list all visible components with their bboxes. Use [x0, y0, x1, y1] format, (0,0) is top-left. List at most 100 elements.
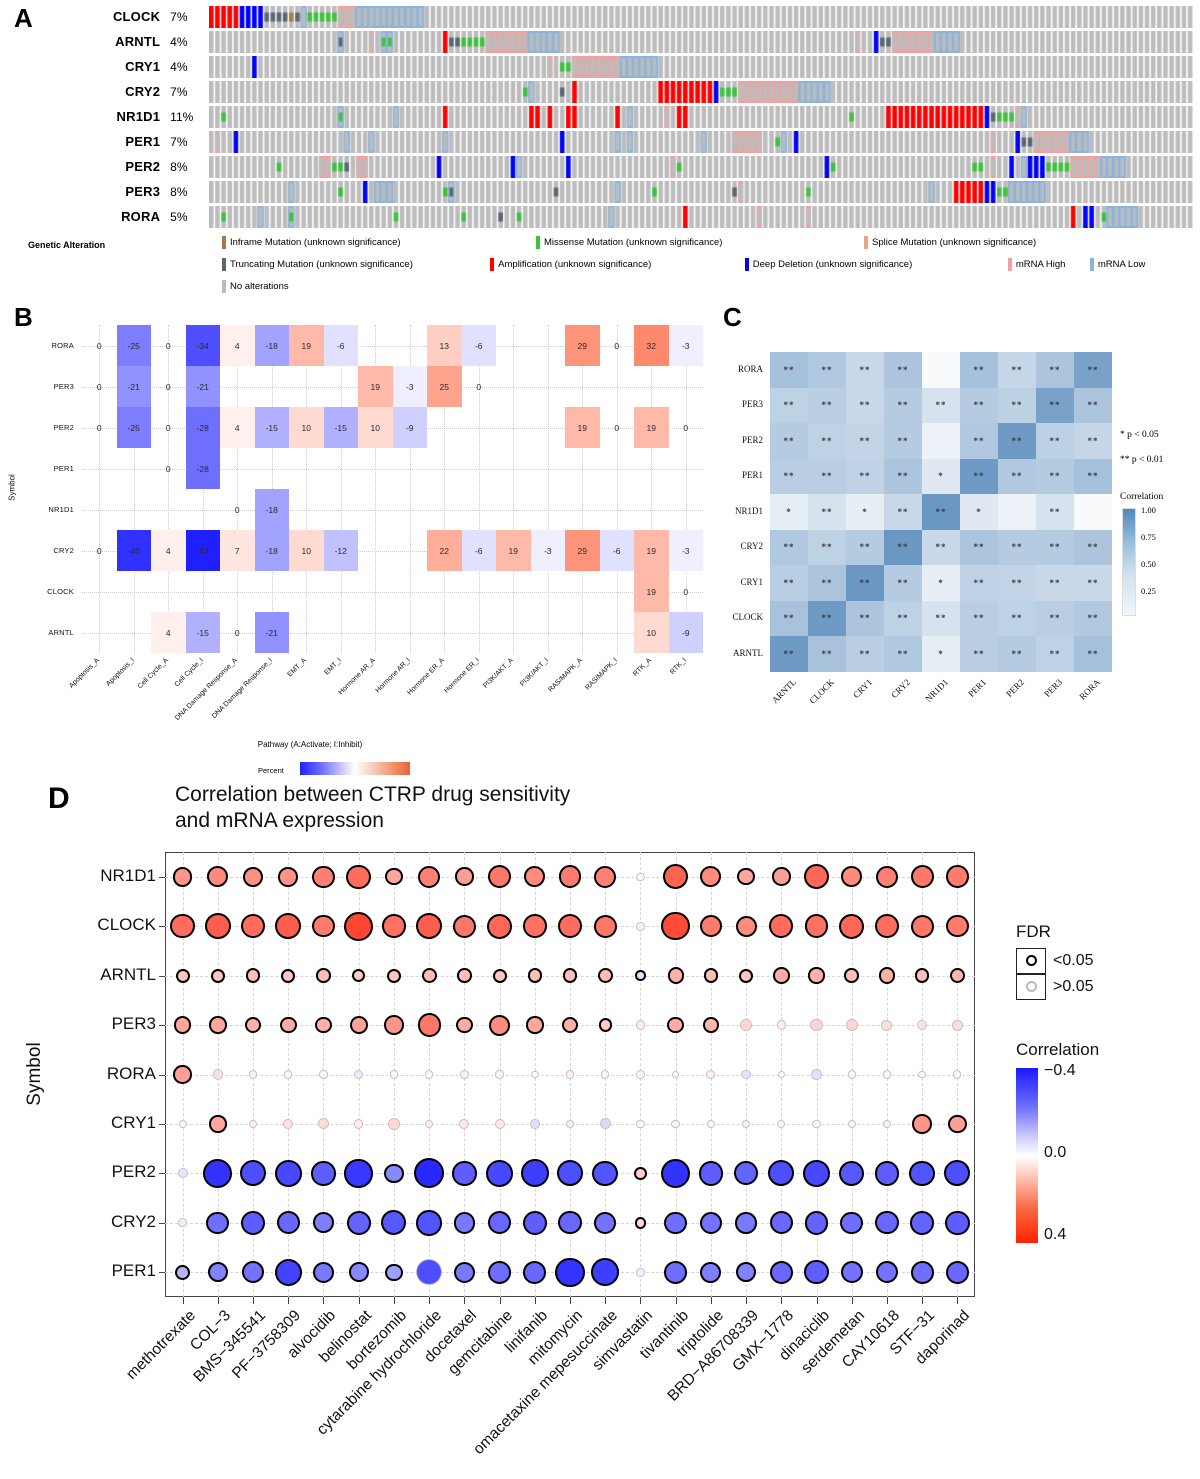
correlation-dot[interactable] — [946, 865, 969, 889]
correlation-dot[interactable] — [840, 1211, 864, 1235]
correlation-dot[interactable] — [953, 1070, 962, 1079]
correlation-cell[interactable]: ** — [960, 600, 998, 636]
correlation-dot[interactable] — [839, 1160, 865, 1186]
oncoprint-sample-track[interactable] — [209, 180, 1194, 203]
correlation-dot[interactable] — [388, 1118, 400, 1130]
correlation-cell[interactable]: ** — [998, 600, 1036, 636]
correlation-dot[interactable] — [735, 1212, 757, 1234]
correlation-dot[interactable] — [847, 1119, 856, 1129]
correlation-dot[interactable] — [245, 968, 261, 983]
heatmap-cell[interactable]: -3 — [668, 530, 703, 571]
heatmap-cell[interactable]: 0 — [82, 366, 117, 407]
correlation-cell[interactable]: ** — [808, 387, 846, 423]
correlation-dot[interactable] — [804, 1260, 829, 1285]
correlation-cell[interactable]: ** — [1036, 458, 1074, 494]
correlation-dot[interactable] — [661, 1158, 691, 1188]
correlation-dot[interactable] — [634, 1217, 647, 1229]
correlation-dot[interactable] — [698, 1161, 724, 1186]
heatmap-cell[interactable]: 0 — [220, 489, 255, 530]
correlation-dot[interactable] — [455, 1016, 473, 1034]
correlation-cell[interactable]: ** — [846, 387, 884, 423]
correlation-dot[interactable] — [703, 968, 719, 983]
correlation-dot[interactable] — [945, 1210, 970, 1236]
correlation-dot[interactable] — [776, 1020, 786, 1030]
correlation-cell[interactable]: ** — [808, 565, 846, 601]
heatmap-cell[interactable]: 0 — [82, 530, 117, 571]
correlation-dot[interactable] — [772, 867, 791, 887]
correlation-dot[interactable] — [492, 968, 507, 983]
correlation-dot[interactable] — [594, 1211, 617, 1234]
correlation-dot[interactable] — [739, 968, 754, 983]
correlation-cell[interactable]: * — [846, 494, 884, 530]
correlation-cell[interactable]: ** — [808, 458, 846, 494]
correlation-dot[interactable] — [634, 1166, 647, 1180]
correlation-dot[interactable] — [844, 968, 859, 983]
correlation-dot[interactable] — [667, 967, 684, 984]
correlation-cell[interactable]: ** — [770, 387, 808, 423]
correlation-cell[interactable]: ** — [808, 600, 846, 636]
correlation-cell[interactable]: ** — [1036, 600, 1074, 636]
correlation-dot[interactable] — [811, 1069, 822, 1080]
correlation-cell[interactable]: ** — [770, 423, 808, 459]
correlation-dot[interactable] — [173, 1016, 192, 1034]
correlation-dot[interactable] — [486, 1160, 513, 1187]
heatmap-cell[interactable]: 29 — [565, 530, 600, 571]
correlation-dot[interactable] — [946, 914, 969, 938]
correlation-cell[interactable]: ** — [884, 352, 922, 388]
correlation-cell[interactable]: ** — [808, 494, 846, 530]
correlation-cell[interactable]: ** — [1074, 600, 1112, 636]
heatmap-cell[interactable]: 19 — [634, 530, 669, 571]
correlation-dot[interactable] — [945, 1260, 969, 1284]
correlation-cell[interactable]: ** — [884, 458, 922, 494]
correlation-cell[interactable] — [922, 423, 960, 459]
heatmap-cell[interactable]: -15 — [185, 612, 220, 653]
correlation-cell[interactable]: ** — [770, 600, 808, 636]
correlation-cell[interactable]: ** — [1074, 458, 1112, 494]
heatmap-cell[interactable]: -6 — [323, 325, 358, 366]
correlation-dot[interactable] — [312, 914, 335, 938]
correlation-dot[interactable] — [315, 1016, 332, 1034]
correlation-dot[interactable] — [418, 865, 441, 888]
heatmap-cell[interactable]: 25 — [427, 366, 462, 407]
correlation-dot[interactable] — [344, 1159, 373, 1188]
correlation-dot[interactable] — [209, 1016, 227, 1034]
heatmap-cell[interactable]: 4 — [220, 325, 255, 366]
correlation-cell[interactable]: ** — [1074, 352, 1112, 388]
correlation-dot[interactable] — [389, 1070, 398, 1079]
correlation-cell[interactable]: * — [922, 458, 960, 494]
correlation-dot[interactable] — [319, 1070, 328, 1079]
correlation-dot[interactable] — [386, 968, 401, 983]
heatmap-cell[interactable]: 10 — [289, 530, 324, 571]
correlation-cell[interactable]: ** — [846, 458, 884, 494]
correlation-cell[interactable]: ** — [884, 529, 922, 565]
correlation-dot[interactable] — [312, 865, 335, 888]
correlation-dot[interactable] — [555, 1257, 585, 1287]
correlation-dot[interactable] — [910, 865, 934, 889]
correlation-dot[interactable] — [385, 868, 403, 886]
correlation-cell[interactable]: * — [922, 636, 960, 672]
correlation-cell[interactable]: ** — [808, 352, 846, 388]
correlation-dot[interactable] — [344, 911, 374, 941]
heatmap-cell[interactable]: -25 — [116, 325, 151, 366]
heatmap-cell[interactable]: -9 — [668, 612, 703, 653]
correlation-dot[interactable] — [735, 915, 757, 937]
correlation-dot[interactable] — [529, 1118, 540, 1130]
correlation-cell[interactable] — [922, 352, 960, 388]
correlation-cell[interactable]: ** — [922, 529, 960, 565]
heatmap-cell[interactable]: -18 — [254, 530, 289, 571]
heatmap-cell[interactable]: -6 — [461, 325, 496, 366]
correlation-dot[interactable] — [597, 968, 613, 984]
correlation-cell[interactable] — [998, 494, 1036, 530]
correlation-dot[interactable] — [495, 1070, 504, 1079]
heatmap-cell[interactable]: -3 — [668, 325, 703, 366]
heatmap-cell[interactable]: 0 — [600, 407, 635, 448]
correlation-cell[interactable]: ** — [884, 636, 922, 672]
correlation-cell[interactable]: ** — [998, 565, 1036, 601]
correlation-cell[interactable]: ** — [1036, 352, 1074, 388]
correlation-dot[interactable] — [740, 1019, 752, 1031]
correlation-dot[interactable] — [522, 1210, 547, 1236]
correlation-cell[interactable]: ** — [846, 423, 884, 459]
correlation-dot[interactable] — [170, 913, 195, 939]
heatmap-cell[interactable]: 19 — [358, 366, 393, 407]
correlation-dot[interactable] — [173, 1065, 192, 1084]
